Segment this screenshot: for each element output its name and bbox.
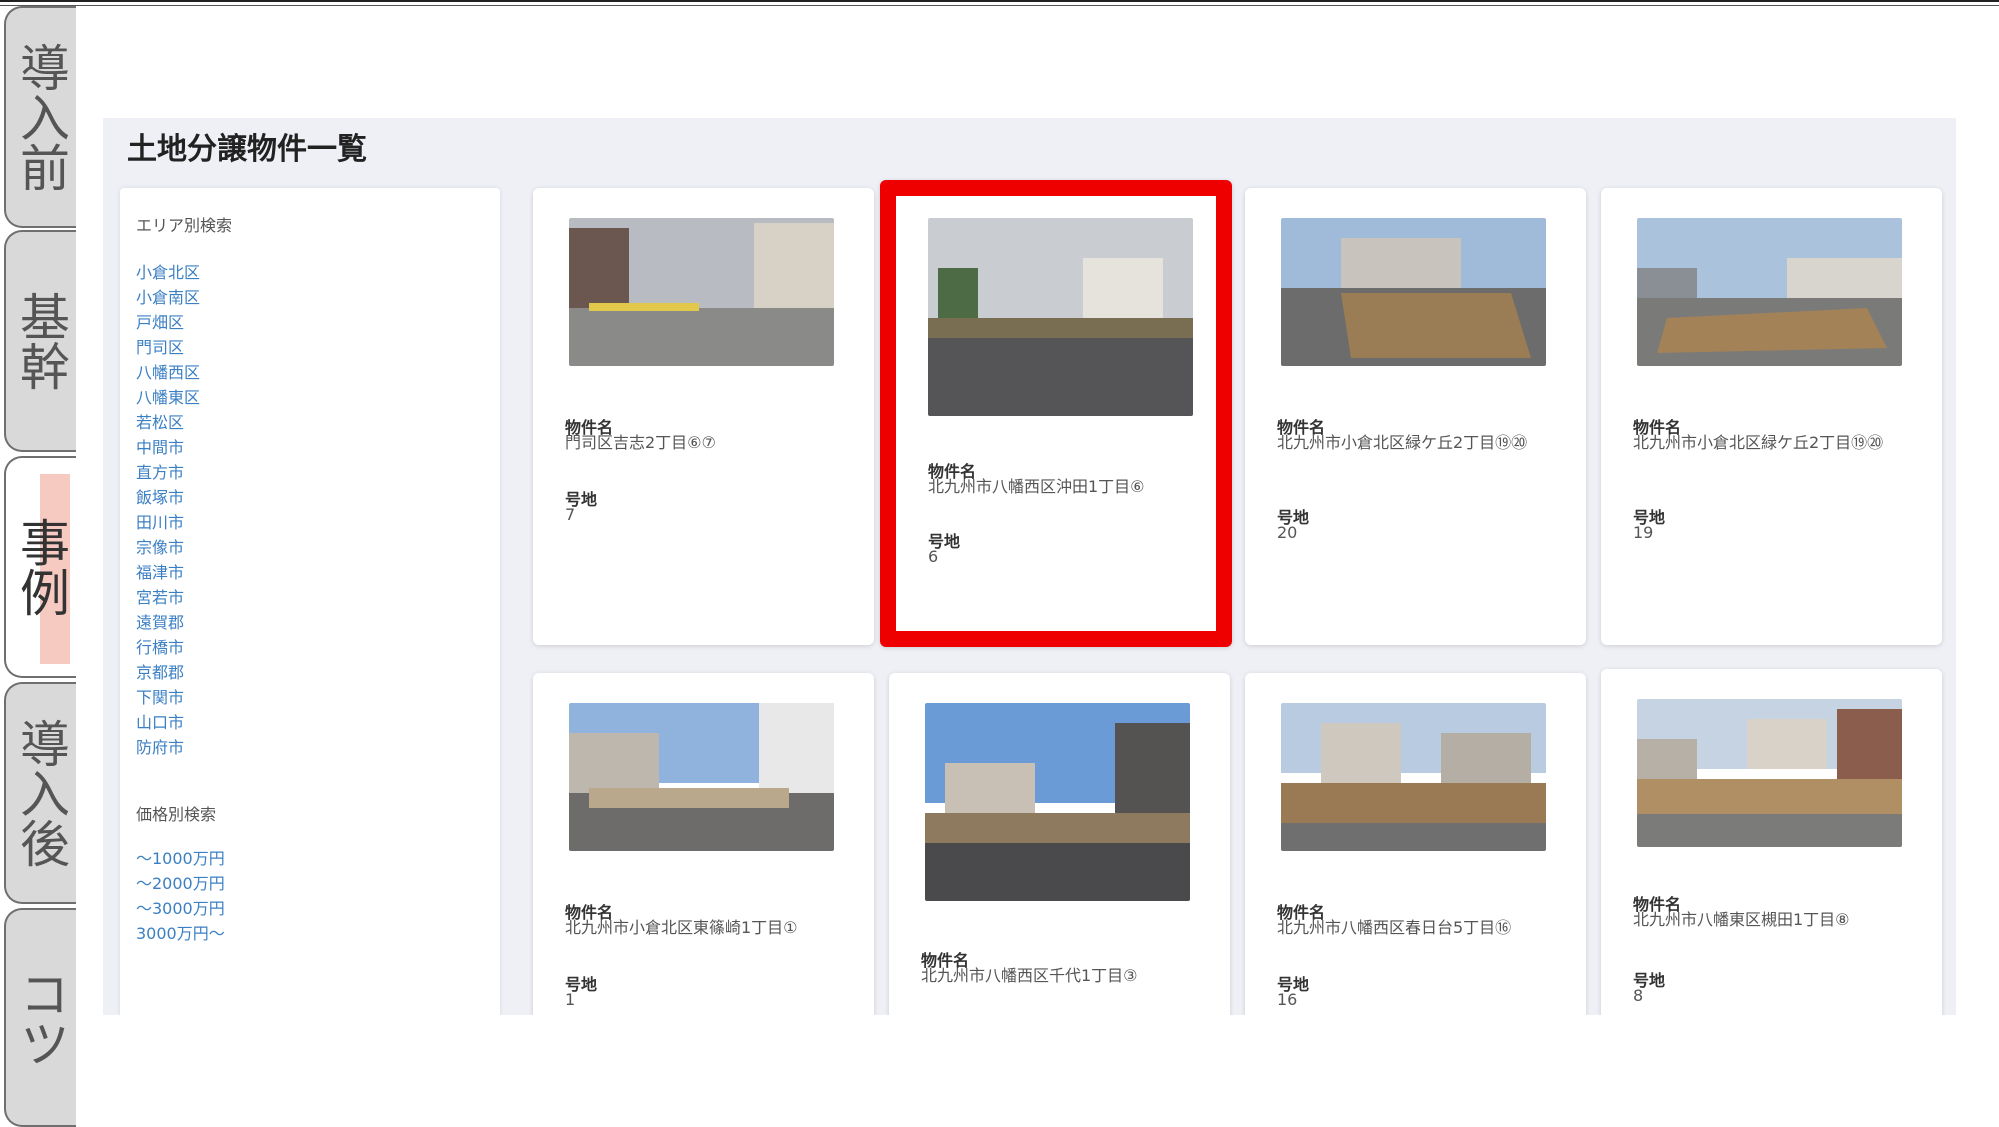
area-link[interactable]: 小倉北区 bbox=[136, 260, 200, 285]
price-link[interactable]: ～2000万円 bbox=[136, 871, 225, 896]
listing-card[interactable]: 物件名 北九州市八幡西区千代1丁目③ bbox=[889, 673, 1230, 1015]
listing-card[interactable]: 物件名 北九州市小倉北区緑ケ丘2丁目⑲⑳ 号地 19 bbox=[1601, 188, 1942, 645]
area-link[interactable]: 八幡東区 bbox=[136, 385, 200, 410]
tab-core-system[interactable]: 基幹 bbox=[4, 230, 76, 452]
tab-label: 導入前 bbox=[12, 42, 70, 192]
tab-case-studies[interactable]: 事例 bbox=[4, 456, 76, 678]
price-link[interactable]: ～3000万円 bbox=[136, 896, 225, 921]
lot-number: 7 bbox=[565, 505, 576, 524]
area-link[interactable]: 山口市 bbox=[136, 710, 200, 735]
listing-card[interactable]: 物件名 北九州市小倉北区東篠崎1丁目① 号地 1 bbox=[533, 673, 874, 1015]
area-link[interactable]: 福津市 bbox=[136, 560, 200, 585]
property-name: 北九州市小倉北区緑ケ丘2丁目⑲⑳ bbox=[1633, 433, 1884, 452]
tab-tips[interactable]: コツ bbox=[4, 908, 76, 1127]
listing-card[interactable]: 物件名 北九州市八幡西区春日台5丁目⑯ 号地 16 bbox=[1245, 673, 1586, 1015]
lot-number: 16 bbox=[1277, 990, 1298, 1009]
property-photo bbox=[1281, 218, 1546, 366]
search-filter-sidebar: エリア別検索 小倉北区 小倉南区 戸畑区 門司区 八幡西区 八幡東区 若松区 中… bbox=[120, 188, 500, 1015]
area-link[interactable]: 門司区 bbox=[136, 335, 200, 360]
area-link[interactable]: 中間市 bbox=[136, 435, 200, 460]
area-link[interactable]: 宮若市 bbox=[136, 585, 200, 610]
lot-number: 1 bbox=[565, 990, 576, 1009]
tab-label: コツ bbox=[12, 967, 70, 1068]
side-tabs: 導入前 基幹 事例 導入後 コツ bbox=[0, 6, 76, 1127]
window-top-border bbox=[0, 0, 1999, 6]
tab-label: 基幹 bbox=[12, 291, 70, 391]
listing-card[interactable]: 物件名 門司区吉志2丁目⑥⑦ 号地 7 bbox=[533, 188, 874, 645]
property-name: 北九州市八幡東区槻田1丁目⑧ bbox=[1633, 910, 1850, 929]
page-title: 土地分譲物件一覧 bbox=[127, 132, 367, 167]
area-link[interactable]: 宗像市 bbox=[136, 535, 200, 560]
area-link[interactable]: 遠賀郡 bbox=[136, 610, 200, 635]
price-list: ～1000万円 ～2000万円 ～3000万円 3000万円～ bbox=[136, 846, 225, 946]
area-link[interactable]: 京都郡 bbox=[136, 660, 200, 685]
price-link[interactable]: ～1000万円 bbox=[136, 846, 225, 871]
listing-card[interactable]: 物件名 北九州市小倉北区緑ケ丘2丁目⑲⑳ 号地 20 bbox=[1245, 188, 1586, 645]
property-name: 北九州市八幡西区沖田1丁目⑥ bbox=[928, 477, 1145, 496]
area-link[interactable]: 飯塚市 bbox=[136, 485, 200, 510]
property-name: 北九州市小倉北区東篠崎1丁目① bbox=[565, 918, 798, 937]
property-photo bbox=[1281, 703, 1546, 851]
area-link[interactable]: 行橋市 bbox=[136, 635, 200, 660]
property-photo bbox=[569, 218, 834, 366]
property-photo bbox=[928, 218, 1193, 416]
property-photo bbox=[1637, 699, 1902, 847]
listing-card-selected[interactable]: 物件名 北九州市八幡西区沖田1丁目⑥ 号地 6 bbox=[880, 180, 1232, 647]
area-link[interactable]: 田川市 bbox=[136, 510, 200, 535]
area-search-heading: エリア別検索 bbox=[136, 216, 233, 235]
tab-label: 導入後 bbox=[12, 718, 70, 868]
property-name: 北九州市小倉北区緑ケ丘2丁目⑲⑳ bbox=[1277, 433, 1528, 452]
tab-post-introduction[interactable]: 導入後 bbox=[4, 682, 76, 904]
listing-panel: 土地分譲物件一覧 エリア別検索 小倉北区 小倉南区 戸畑区 門司区 八幡西区 八… bbox=[103, 118, 1956, 1015]
tab-pre-introduction[interactable]: 導入前 bbox=[4, 6, 76, 228]
lot-number: 20 bbox=[1277, 523, 1298, 542]
property-name: 北九州市八幡西区春日台5丁目⑯ bbox=[1277, 918, 1512, 937]
area-link[interactable]: 直方市 bbox=[136, 460, 200, 485]
area-list: 小倉北区 小倉南区 戸畑区 門司区 八幡西区 八幡東区 若松区 中間市 直方市 … bbox=[136, 260, 200, 760]
property-photo bbox=[1637, 218, 1902, 366]
area-link[interactable]: 八幡西区 bbox=[136, 360, 200, 385]
area-link[interactable]: 若松区 bbox=[136, 410, 200, 435]
area-link[interactable]: 戸畑区 bbox=[136, 310, 200, 335]
property-photo bbox=[569, 703, 834, 851]
property-name: 北九州市八幡西区千代1丁目③ bbox=[921, 966, 1138, 985]
area-link[interactable]: 下関市 bbox=[136, 685, 200, 710]
property-name: 門司区吉志2丁目⑥⑦ bbox=[565, 433, 716, 452]
area-link[interactable]: 小倉南区 bbox=[136, 285, 200, 310]
property-photo bbox=[925, 703, 1190, 901]
area-link[interactable]: 防府市 bbox=[136, 735, 200, 760]
lot-number: 8 bbox=[1633, 986, 1644, 1005]
price-link[interactable]: 3000万円～ bbox=[136, 921, 225, 946]
lot-number: 6 bbox=[928, 547, 939, 566]
lot-number: 19 bbox=[1633, 523, 1654, 542]
price-search-heading: 価格別検索 bbox=[136, 805, 217, 824]
listing-card[interactable]: 物件名 北九州市八幡東区槻田1丁目⑧ 号地 8 bbox=[1601, 669, 1942, 1015]
tab-label: 事例 bbox=[12, 517, 70, 617]
